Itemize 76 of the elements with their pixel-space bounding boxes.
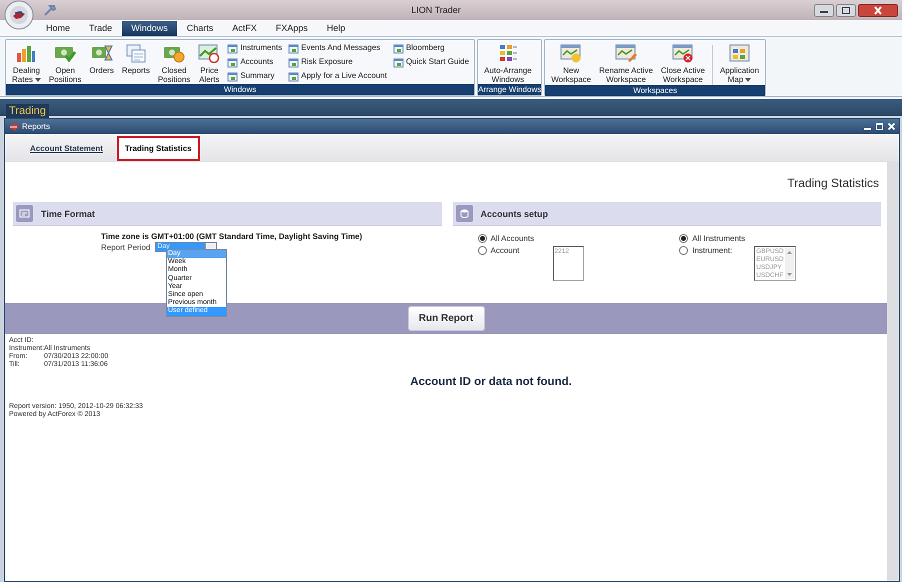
run-report-button[interactable]: Run Report xyxy=(408,306,484,331)
ribbon-item[interactable]: Quick Start Guide xyxy=(392,56,470,68)
report-icon xyxy=(9,122,19,130)
window-close-icon xyxy=(672,43,694,63)
ribbon-item[interactable]: Accounts xyxy=(226,56,284,68)
scroll-up-icon xyxy=(787,251,792,254)
caret-icon xyxy=(745,78,752,82)
ribbon-item[interactable]: Events And Messages xyxy=(287,42,388,54)
report-tab[interactable]: Account Statement xyxy=(22,136,111,161)
minimize-icon[interactable] xyxy=(814,4,834,16)
timezone-text: Time zone is GMT+01:00 (GMT Standard Time, Daylight Saving Time) xyxy=(101,232,364,241)
ribbon-button[interactable]: Auto-Arrange Windows xyxy=(480,41,536,84)
page-heading: Trading Statistics xyxy=(786,175,880,192)
radio-button[interactable] xyxy=(478,246,486,255)
scroll-down-icon xyxy=(787,273,792,276)
window-icon xyxy=(288,42,300,54)
window-sun-icon xyxy=(560,43,582,63)
database-icon xyxy=(456,205,472,222)
radio-label: Account xyxy=(490,246,520,255)
documents-icon xyxy=(124,43,147,63)
menu-tab[interactable]: Home xyxy=(37,21,80,36)
caret-icon xyxy=(34,78,41,82)
section-title: Time Format xyxy=(41,208,95,218)
ribbon-button[interactable]: Open Positions xyxy=(44,41,86,84)
radio-button[interactable] xyxy=(679,246,688,255)
ribbon-button[interactable]: Dealing Rates xyxy=(8,41,45,84)
close-icon[interactable] xyxy=(858,4,898,16)
ribbon-item[interactable]: Summary xyxy=(226,70,284,82)
report-tab[interactable]: Trading Statistics xyxy=(116,136,200,161)
ribbon-button[interactable]: Reports xyxy=(118,41,154,75)
ribbon-button[interactable]: New Workspace xyxy=(547,41,596,84)
ribbon-item[interactable]: Instruments xyxy=(226,42,284,54)
ribbon-button[interactable]: Price Alerts xyxy=(194,41,224,84)
window-icon xyxy=(227,70,238,82)
window-title: LION Trader xyxy=(410,5,462,15)
panel-title: Reports xyxy=(22,122,52,131)
ribbon-item[interactable]: Bloomberg xyxy=(392,42,470,54)
workspace-tab[interactable]: Trading xyxy=(6,104,49,119)
maximize-icon[interactable] xyxy=(836,4,856,16)
bar-chart-icon xyxy=(15,43,38,63)
group-label: Workspaces xyxy=(545,85,766,96)
window-icon xyxy=(392,56,404,68)
group-label: Arrange Windows xyxy=(478,84,542,95)
ribbon-button[interactable]: Orders xyxy=(85,41,118,75)
radio-button[interactable] xyxy=(679,234,688,243)
window-icon xyxy=(392,42,404,54)
radio-label: Instrument: xyxy=(692,246,734,255)
scrollbar[interactable] xyxy=(785,248,794,279)
menu-tab[interactable]: Charts xyxy=(178,21,222,36)
window-icon xyxy=(288,56,300,68)
menu-tab[interactable]: ActFX xyxy=(223,21,266,36)
window-pencil-icon xyxy=(615,43,637,63)
menu-tab[interactable]: Trade xyxy=(80,21,122,36)
menu-tab[interactable]: Help xyxy=(318,21,354,36)
ribbon-item[interactable]: Risk Exposure xyxy=(287,56,388,68)
radio-label: All Instruments xyxy=(692,234,746,243)
calendar-icon xyxy=(16,205,33,222)
radio-button[interactable] xyxy=(478,234,486,243)
ribbon-button[interactable]: Rename Active Workspace xyxy=(595,41,657,84)
ribbon-button[interactable]: Closed Positions xyxy=(154,41,194,84)
radio-label: All Accounts xyxy=(490,234,536,243)
ribbon-item[interactable]: Apply for a Live Account xyxy=(287,70,388,82)
menu-tab[interactable]: Windows xyxy=(122,21,177,36)
ribbon-button[interactable]: Close Active Workspace xyxy=(656,41,709,84)
status-message: Account ID or data not found. xyxy=(409,375,573,390)
field-label: Report Period xyxy=(101,242,150,252)
group-label: Windows xyxy=(6,84,474,95)
window-icon xyxy=(288,70,300,82)
menu-tab[interactable]: FXApps xyxy=(266,21,317,36)
banknote-hourglass-icon xyxy=(90,43,113,63)
section-title: Accounts setup xyxy=(480,208,548,218)
ribbon-button[interactable]: Application Map xyxy=(716,41,764,84)
window-icon xyxy=(227,42,238,54)
chart-alarm-icon xyxy=(198,43,220,63)
window-icon xyxy=(227,56,238,68)
window-grid-icon xyxy=(728,43,750,63)
